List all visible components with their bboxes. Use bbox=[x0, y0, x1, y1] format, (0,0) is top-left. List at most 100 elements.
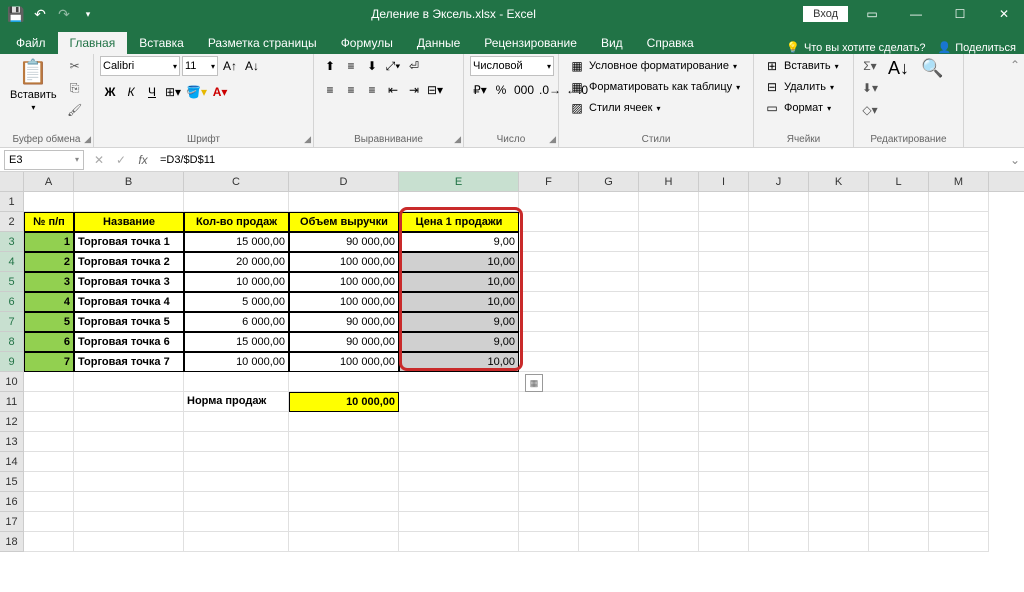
cell[interactable]: 5 000,00 bbox=[184, 292, 289, 312]
row-header[interactable]: 10 bbox=[0, 372, 24, 392]
cell[interactable] bbox=[639, 452, 699, 472]
fill-color-button[interactable]: 🪣▾ bbox=[184, 82, 209, 102]
cell[interactable] bbox=[184, 372, 289, 392]
enter-formula-icon[interactable]: ✓ bbox=[110, 150, 132, 170]
cell[interactable] bbox=[749, 252, 809, 272]
cell[interactable] bbox=[749, 232, 809, 252]
cell[interactable] bbox=[869, 432, 929, 452]
cell[interactable] bbox=[519, 412, 579, 432]
row-header[interactable]: 12 bbox=[0, 412, 24, 432]
cell[interactable] bbox=[74, 412, 184, 432]
cell[interactable] bbox=[809, 532, 869, 552]
cell[interactable] bbox=[289, 452, 399, 472]
cell[interactable] bbox=[699, 392, 749, 412]
cell[interactable] bbox=[579, 472, 639, 492]
cell[interactable] bbox=[869, 212, 929, 232]
cell[interactable]: 90 000,00 bbox=[289, 312, 399, 332]
cell[interactable] bbox=[639, 292, 699, 312]
cell[interactable]: Торговая точка 2 bbox=[74, 252, 184, 272]
row-header[interactable]: 2 bbox=[0, 212, 24, 232]
cell[interactable] bbox=[24, 192, 74, 212]
cell[interactable] bbox=[184, 512, 289, 532]
cell[interactable] bbox=[809, 212, 869, 232]
cancel-formula-icon[interactable]: ✕ bbox=[88, 150, 110, 170]
cell[interactable] bbox=[639, 212, 699, 232]
cell-styles-button[interactable]: ▨Стили ячеек▾ bbox=[565, 98, 665, 118]
cell[interactable] bbox=[519, 312, 579, 332]
cell[interactable] bbox=[579, 252, 639, 272]
col-header-L[interactable]: L bbox=[869, 172, 929, 191]
cell[interactable] bbox=[929, 352, 989, 372]
col-header-M[interactable]: M bbox=[929, 172, 989, 191]
cell[interactable] bbox=[74, 472, 184, 492]
cell[interactable] bbox=[869, 492, 929, 512]
row-header[interactable]: 5 bbox=[0, 272, 24, 292]
cell[interactable] bbox=[749, 392, 809, 412]
cell[interactable] bbox=[74, 192, 184, 212]
tell-me[interactable]: 💡Что вы хотите сделать? bbox=[786, 41, 925, 54]
cell[interactable] bbox=[699, 332, 749, 352]
row-header[interactable]: 8 bbox=[0, 332, 24, 352]
cell[interactable]: 6 bbox=[24, 332, 74, 352]
cell[interactable] bbox=[519, 512, 579, 532]
cell[interactable] bbox=[184, 532, 289, 552]
cell[interactable] bbox=[699, 192, 749, 212]
cell[interactable] bbox=[519, 192, 579, 212]
tab-review[interactable]: Рецензирование bbox=[472, 32, 589, 54]
cell[interactable] bbox=[399, 392, 519, 412]
tab-help[interactable]: Справка bbox=[635, 32, 706, 54]
cell[interactable] bbox=[639, 192, 699, 212]
find-button[interactable]: 🔍 bbox=[917, 56, 947, 81]
cell[interactable] bbox=[869, 332, 929, 352]
share-button[interactable]: 👤Поделиться bbox=[938, 41, 1016, 54]
insert-cells-button[interactable]: ⊞Вставить▾ bbox=[760, 56, 843, 76]
number-expand-icon[interactable]: ◢ bbox=[549, 134, 556, 145]
cell[interactable] bbox=[579, 192, 639, 212]
close-icon[interactable]: ✕ bbox=[984, 0, 1024, 28]
cell[interactable] bbox=[869, 292, 929, 312]
row-header[interactable]: 18 bbox=[0, 532, 24, 552]
cell[interactable] bbox=[699, 532, 749, 552]
cell[interactable] bbox=[929, 272, 989, 292]
cell[interactable]: Торговая точка 4 bbox=[74, 292, 184, 312]
cell[interactable] bbox=[869, 412, 929, 432]
align-right-icon[interactable]: ≡ bbox=[362, 80, 382, 100]
cell[interactable] bbox=[184, 192, 289, 212]
cell[interactable] bbox=[699, 352, 749, 372]
ribbon-display-icon[interactable]: ▭ bbox=[852, 0, 892, 28]
cell[interactable] bbox=[184, 452, 289, 472]
cell[interactable] bbox=[289, 532, 399, 552]
cell[interactable]: 1 bbox=[24, 232, 74, 252]
format-cells-button[interactable]: ▭Формат▾ bbox=[760, 98, 835, 118]
cell[interactable] bbox=[809, 512, 869, 532]
cell[interactable] bbox=[869, 472, 929, 492]
formula-input[interactable] bbox=[154, 150, 1006, 170]
cell[interactable] bbox=[749, 192, 809, 212]
cell[interactable] bbox=[929, 312, 989, 332]
select-all-corner[interactable] bbox=[0, 172, 24, 191]
cell[interactable]: 10,00 bbox=[399, 252, 519, 272]
cell[interactable] bbox=[289, 492, 399, 512]
tab-view[interactable]: Вид bbox=[589, 32, 635, 54]
cell[interactable] bbox=[579, 412, 639, 432]
cell[interactable] bbox=[579, 272, 639, 292]
cell[interactable] bbox=[809, 492, 869, 512]
cell[interactable]: 5 bbox=[24, 312, 74, 332]
cell[interactable] bbox=[639, 352, 699, 372]
cell[interactable] bbox=[74, 392, 184, 412]
cell[interactable] bbox=[749, 432, 809, 452]
cell[interactable] bbox=[749, 412, 809, 432]
cell[interactable]: 90 000,00 bbox=[289, 332, 399, 352]
cell[interactable] bbox=[809, 272, 869, 292]
cell[interactable] bbox=[929, 332, 989, 352]
cell[interactable]: Торговая точка 3 bbox=[74, 272, 184, 292]
cell[interactable] bbox=[699, 272, 749, 292]
cell[interactable] bbox=[639, 512, 699, 532]
autosum-icon[interactable]: Σ▾ bbox=[860, 56, 880, 76]
cell[interactable]: 2 bbox=[24, 252, 74, 272]
cell[interactable] bbox=[399, 412, 519, 432]
cell[interactable] bbox=[809, 352, 869, 372]
conditional-format-button[interactable]: ▦Условное форматирование▾ bbox=[565, 56, 741, 76]
cell[interactable]: Торговая точка 7 bbox=[74, 352, 184, 372]
cell[interactable] bbox=[749, 212, 809, 232]
